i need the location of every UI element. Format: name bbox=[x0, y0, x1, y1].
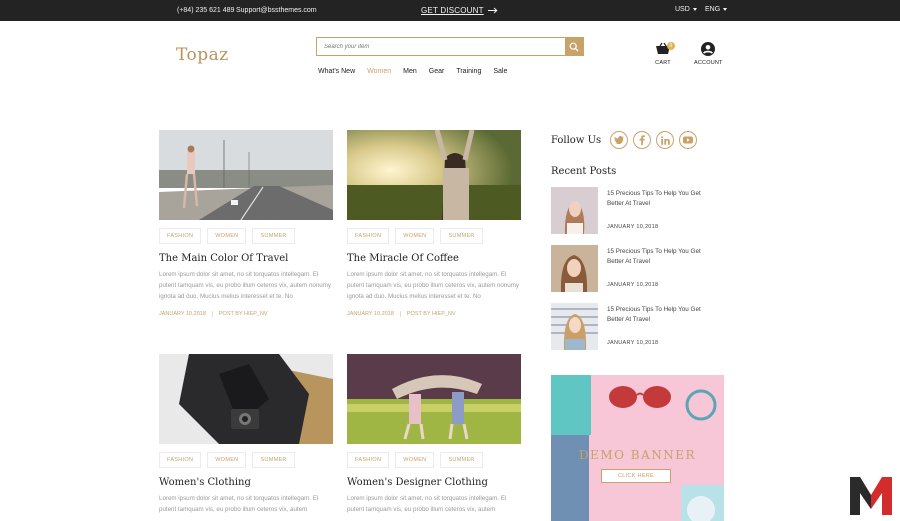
m-watermark-logo bbox=[848, 473, 894, 517]
recent-post-thumbnail[interactable] bbox=[551, 303, 598, 350]
tag-summer[interactable]: SUMMER bbox=[440, 228, 483, 244]
cart-label: CART bbox=[655, 60, 671, 66]
post-image-clothing[interactable] bbox=[159, 354, 333, 444]
recent-post-item[interactable]: 15 Precious Tips To Help You Get Better … bbox=[551, 187, 724, 234]
divider bbox=[211, 311, 213, 317]
blog-post-card: FASHION WOMEN SUMMER The Main Color Of T… bbox=[159, 130, 333, 317]
tag-summer[interactable]: SUMMER bbox=[440, 452, 483, 468]
cart-count-badge: 0 bbox=[667, 42, 675, 50]
recent-post-thumbnail[interactable] bbox=[551, 245, 598, 292]
tag-fashion[interactable]: FASHION bbox=[159, 228, 202, 244]
nav-item-women[interactable]: Women bbox=[367, 68, 391, 75]
post-excerpt: Lorem ipsum dolor sit amet, no sit torqu… bbox=[159, 271, 331, 300]
recent-post-item[interactable]: 15 Precious Tips To Help You Get Better … bbox=[551, 303, 724, 350]
nav-item-men[interactable]: Men bbox=[403, 68, 417, 75]
twitter-icon[interactable] bbox=[610, 131, 628, 149]
recent-post-date: JANUARY 10,2018 bbox=[607, 340, 659, 346]
linkedin-icon[interactable] bbox=[656, 131, 674, 149]
facebook-icon[interactable] bbox=[633, 131, 651, 149]
post-image-sunset-field[interactable] bbox=[347, 130, 521, 220]
tag-summer[interactable]: SUMMER bbox=[252, 452, 295, 468]
blog-post-card: FASHION WOMEN SUMMER The Miracle Of Coff… bbox=[347, 130, 521, 317]
tag-women[interactable]: WOMEN bbox=[207, 452, 247, 468]
post-date: JANUARY 10,2018 bbox=[159, 311, 206, 317]
nav-item-training[interactable]: Training bbox=[456, 68, 481, 75]
post-excerpt: Lorem ipsum dolor sit amet, no sit torqu… bbox=[347, 495, 507, 513]
banner-title: DEMO BANNER bbox=[578, 448, 697, 462]
recent-post-date: JANUARY 10,2018 bbox=[607, 224, 659, 230]
follow-us-heading: Follow Us bbox=[551, 135, 602, 146]
tag-fashion[interactable]: FASHION bbox=[159, 452, 202, 468]
tag-women[interactable]: WOMEN bbox=[395, 228, 435, 244]
tag-women[interactable]: WOMEN bbox=[395, 452, 435, 468]
get-discount-label: GET DISCOUNT bbox=[421, 6, 484, 15]
youtube-icon[interactable] bbox=[679, 131, 697, 149]
user-icon bbox=[701, 42, 715, 56]
post-date: JANUARY 10,2018 bbox=[347, 311, 394, 317]
chevron-down-icon bbox=[692, 8, 697, 11]
banner-click-here-button[interactable]: CLICK HERE bbox=[601, 469, 671, 483]
blog-post-card: FASHION WOMEN SUMMER Women's Clothing Lo… bbox=[159, 354, 333, 515]
tag-fashion[interactable]: FASHION bbox=[347, 452, 390, 468]
search-button[interactable] bbox=[565, 38, 583, 55]
recent-post-date: JANUARY 10,2018 bbox=[607, 282, 659, 288]
post-author[interactable]: POST BY HIEP_NV bbox=[407, 311, 456, 317]
currency-selector[interactable]: USD bbox=[675, 6, 697, 13]
support-email[interactable]: Support@bssthemes.com bbox=[236, 7, 317, 14]
currency-value: USD bbox=[675, 6, 690, 13]
recent-post-thumbnail[interactable] bbox=[551, 187, 598, 234]
post-image-road[interactable] bbox=[159, 130, 333, 220]
arrow-right-icon bbox=[487, 7, 498, 14]
recent-post-title[interactable]: 15 Precious Tips To Help You Get Better … bbox=[607, 189, 717, 209]
recent-post-item[interactable]: 15 Precious Tips To Help You Get Better … bbox=[551, 245, 724, 292]
search-icon bbox=[569, 42, 579, 51]
recent-post-title[interactable]: 15 Precious Tips To Help You Get Better … bbox=[607, 305, 717, 325]
demo-banner[interactable]: DEMO BANNER CLICK HERE bbox=[551, 375, 724, 521]
post-author[interactable]: POST BY HIEP_NV bbox=[219, 311, 268, 317]
main-nav: What's New Women Men Gear Training Sale bbox=[318, 68, 519, 75]
post-excerpt: Lorem ipsum dolor sit amet, no sit torqu… bbox=[347, 271, 519, 300]
tag-women[interactable]: WOMEN bbox=[207, 228, 247, 244]
recent-post-title[interactable]: 15 Precious Tips To Help You Get Better … bbox=[607, 247, 717, 267]
account-label: ACCOUNT bbox=[694, 60, 723, 66]
chevron-down-icon bbox=[723, 8, 728, 11]
search-input[interactable] bbox=[317, 38, 565, 55]
post-title[interactable]: Women's Clothing bbox=[159, 477, 333, 488]
top-bar: (+84) 235 621 489 Support@bssthemes.com … bbox=[0, 0, 900, 21]
post-excerpt: Lorem ipsum dolor sit amet, no sit torqu… bbox=[159, 495, 319, 513]
phone-number: (+84) 235 621 489 bbox=[177, 7, 235, 14]
post-title[interactable]: Women's Designer Clothing bbox=[347, 477, 521, 488]
nav-item-whats-new[interactable]: What's New bbox=[318, 68, 355, 75]
language-value: ENG bbox=[705, 6, 721, 13]
recent-posts-heading: Recent Posts bbox=[551, 166, 617, 177]
cart-button[interactable]: 0 CART bbox=[652, 42, 675, 66]
post-title[interactable]: The Miracle Of Coffee bbox=[347, 253, 521, 264]
get-discount-link[interactable]: GET DISCOUNT bbox=[421, 6, 498, 15]
divider bbox=[399, 311, 401, 317]
search-bar bbox=[316, 37, 584, 56]
tag-summer[interactable]: SUMMER bbox=[252, 228, 295, 244]
social-links bbox=[610, 131, 697, 149]
nav-item-sale[interactable]: Sale bbox=[493, 68, 507, 75]
post-title[interactable]: The Main Color Of Travel bbox=[159, 253, 333, 264]
account-button[interactable]: ACCOUNT bbox=[694, 42, 722, 66]
post-image-meadow[interactable] bbox=[347, 354, 521, 444]
nav-item-gear[interactable]: Gear bbox=[429, 68, 445, 75]
language-selector[interactable]: ENG bbox=[705, 6, 728, 13]
site-logo[interactable]: Topaz bbox=[176, 45, 229, 65]
tag-fashion[interactable]: FASHION bbox=[347, 228, 390, 244]
blog-post-card: FASHION WOMEN SUMMER Women's Designer Cl… bbox=[347, 354, 521, 515]
